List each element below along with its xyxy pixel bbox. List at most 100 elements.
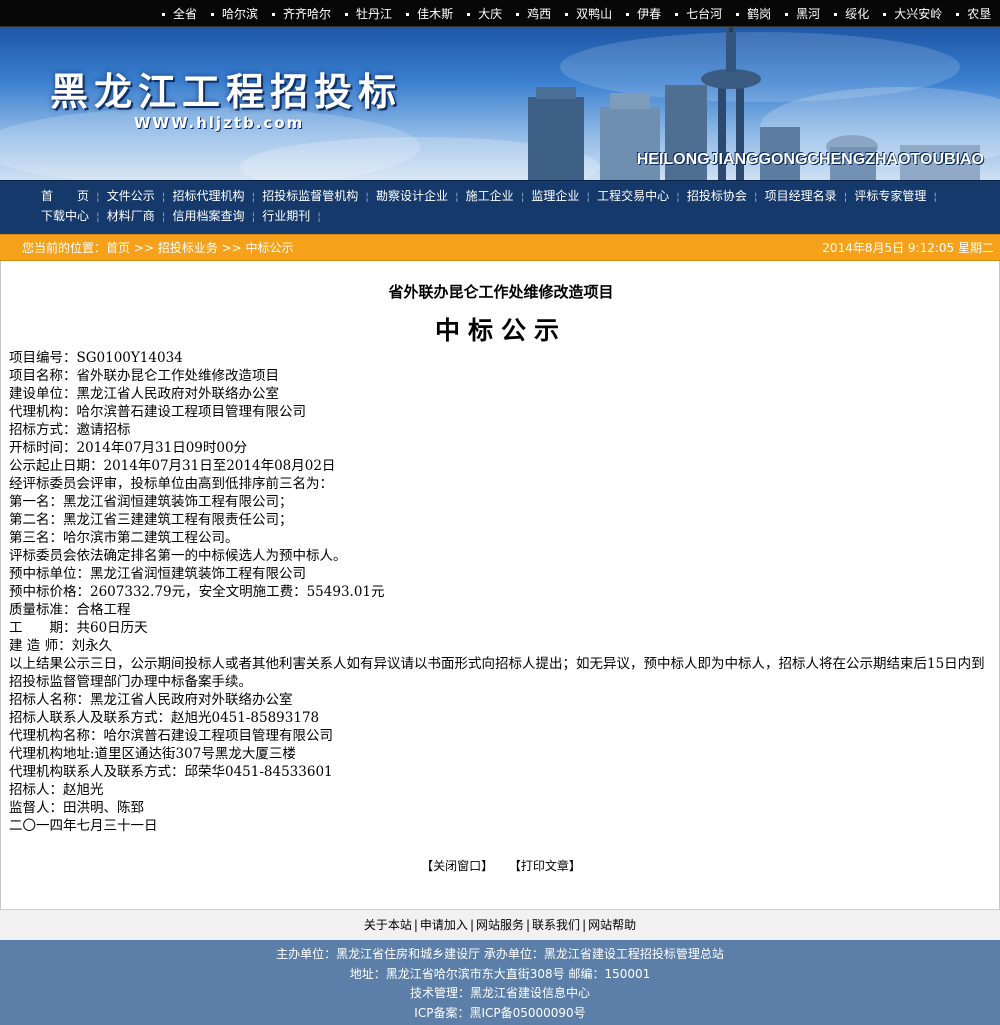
city-link[interactable]: 齐齐哈尔 xyxy=(272,6,331,22)
print-article-link[interactable]: 【打印文章】 xyxy=(509,859,581,873)
nav-item[interactable]: 项目经理名录 xyxy=(758,188,844,204)
city-bar: 全省哈尔滨齐齐哈尔牡丹江佳木斯大庆鸡西双鸭山伊春七台河鹤岗黑河绥化大兴安岭农垦森… xyxy=(0,0,1000,27)
breadcrumb-home[interactable]: 首页 xyxy=(106,241,130,255)
nav-item[interactable]: 工程交易中心 xyxy=(590,188,676,204)
city-link-label: 七台河 xyxy=(686,7,723,21)
notice-line: 预中标价格：2607332.79元，安全文明施工费：55493.01元 xyxy=(9,584,385,600)
footer-info-line: 地址：黑龙江省哈尔滨市东大直街308号 邮编：150001 xyxy=(349,966,651,981)
bullet-icon xyxy=(516,12,520,16)
main-nav: 首 页 ¦ 文件公示 ¦ 招标代理机构 ¦ 招投标监督管机构 ¦ 勘察设计企业 ¦ 施工企业 ¦ 监理企… xyxy=(0,180,1000,234)
city-link[interactable]: 伊春 xyxy=(626,6,661,22)
notice-heading: 中标公示 xyxy=(434,316,567,345)
city-link-label: 佳木斯 xyxy=(417,7,454,21)
notice-line: 二〇一四年七月三十一日 xyxy=(9,818,158,834)
city-link-label: 双鸭山 xyxy=(576,7,613,21)
city-link[interactable]: 鸡西 xyxy=(516,6,551,22)
site-banner: 黑龙江工程招投标 WWW.hljztb.com HEILONGJIANGGONG… xyxy=(0,27,1000,180)
nav-item[interactable]: 招投标监督管机构 xyxy=(255,188,365,204)
footer-link[interactable]: 申请加入 xyxy=(420,918,468,932)
nav-item[interactable]: 招投标协会 xyxy=(680,188,754,204)
bullet-icon xyxy=(834,12,838,16)
notice-line: 工 期：共60日历天 xyxy=(9,620,148,636)
footer-link-separator: | xyxy=(582,918,587,932)
footer-link-separator: | xyxy=(526,918,531,932)
content-frame: 省外联办昆仑工作处维修改造项目 中标公示 项目编号：SG0100Y14034 项目… xyxy=(0,261,1000,909)
notice-line: 质量标准：合格工程 xyxy=(9,602,131,618)
notice-line: 招标人联系人及联系方式：赵旭光0451-85893178 xyxy=(9,710,320,726)
city-link-label: 黑河 xyxy=(796,7,821,21)
city-link[interactable]: 七台河 xyxy=(675,6,722,22)
footer-link[interactable]: 网站服务 xyxy=(476,918,524,932)
notice-line: 代理机构联系人及联系方式：邱荣华0451-84533601 xyxy=(9,764,333,780)
city-link-label: 大庆 xyxy=(478,7,503,21)
nav-separator: ¦ xyxy=(317,209,321,223)
current-datetime: 2014年8月5日 9:12:05 星期二 xyxy=(822,241,994,255)
nav-item[interactable]: 施工企业 xyxy=(459,188,521,204)
city-link[interactable]: 全省 xyxy=(162,6,197,22)
footer-link[interactable]: 联系我们 xyxy=(532,918,580,932)
city-link[interactable]: 大兴安岭 xyxy=(883,6,942,22)
city-link[interactable]: 双鸭山 xyxy=(565,6,612,22)
city-link[interactable]: 牡丹江 xyxy=(345,6,392,22)
bullet-icon xyxy=(467,12,471,16)
footer-link[interactable]: 网站帮助 xyxy=(588,918,636,932)
notice-line: 代理机构名称：哈尔滨普石建设工程项目管理有限公司 xyxy=(9,728,333,744)
notice-body: 项目编号：SG0100Y14034 项目名称：省外联办昆仑工作处维修改造项目 建设单… xyxy=(9,349,993,835)
notice-line: 建设单位：黑龙江省人民政府对外联络办公室 xyxy=(9,386,279,402)
city-link[interactable]: 哈尔滨 xyxy=(211,6,258,22)
notice-line: 第三名：哈尔滨市第二建筑工程公司。 xyxy=(9,530,239,546)
notice-line: 代理机构：哈尔滨普石建设工程项目管理有限公司 xyxy=(9,404,306,420)
bullet-icon xyxy=(565,12,569,16)
city-link-label: 伊春 xyxy=(637,7,662,21)
notice-line: 以上结果公示三日，公示期间投标人或者其他利害关系人如有异议请以书面形式向招标人提… xyxy=(9,656,985,690)
site-pinyin-title: HEILONGJIANGGONGCHENGZHAOTOUBIAO xyxy=(636,151,984,168)
city-link[interactable]: 绥化 xyxy=(834,6,869,22)
footer-info-line: 技术管理：黑龙江省建设信息中心 xyxy=(409,986,590,1000)
breadcrumb: 您当前的位置：首页 >> 招投标业务 >> 中标公示 xyxy=(22,241,294,255)
city-link-label: 全省 xyxy=(173,7,198,21)
notice-line: 监督人：田洪明、陈郅 xyxy=(9,800,144,816)
nav-item[interactable]: 信用档案查询 xyxy=(165,208,251,224)
notice-line: 经评标委员会评审，投标单位由高到低排序前三名为： xyxy=(9,476,333,492)
bullet-icon xyxy=(406,12,410,16)
bullet-icon xyxy=(883,12,887,16)
city-link[interactable]: 佳木斯 xyxy=(406,6,453,22)
footer-link[interactable]: 关于本站 xyxy=(364,918,412,932)
footer-link-separator: | xyxy=(469,918,474,932)
city-list: 全省哈尔滨齐齐哈尔牡丹江佳木斯大庆鸡西双鸭山伊春七台河鹤岗黑河绥化大兴安岭农垦森… xyxy=(162,6,1000,22)
nav-item[interactable]: 下载中心 xyxy=(34,208,96,224)
bullet-icon xyxy=(736,12,740,16)
notice-line: 招标人：赵旭光 xyxy=(9,782,104,798)
bullet-icon xyxy=(345,12,349,16)
nav-item[interactable]: 材料厂商 xyxy=(100,208,162,224)
nav-item[interactable]: 文件公示 xyxy=(100,188,162,204)
site-logo-title: 黑龙江工程招投标 xyxy=(50,70,403,114)
city-link-label: 鹤岗 xyxy=(747,7,772,21)
footer-info: 主办单位：黑龙江省住房和城乡建设厅 承办单位：黑龙江省建设工程招投标管理总站 地址… xyxy=(0,940,1000,1025)
breadcrumb-bidding-business[interactable]: 招投标业务 xyxy=(158,241,218,255)
close-window-link[interactable]: 【关闭窗口】 xyxy=(421,859,493,873)
city-link[interactable]: 大庆 xyxy=(467,6,502,22)
notice-line: 评标委员会依法确定排名第一的中标候选人为预中标人。 xyxy=(9,548,347,564)
city-link[interactable]: 鹤岗 xyxy=(736,6,771,22)
notice-line: 招标方式：邀请招标 xyxy=(9,422,131,438)
notice-line: 项目名称：省外联办昆仑工作处维修改造项目 xyxy=(9,368,279,384)
notice-line: 项目编号：SG0100Y14034 xyxy=(9,350,183,366)
nav-item[interactable]: 行业期刊 xyxy=(255,208,317,224)
bullet-icon xyxy=(162,12,165,16)
bullet-icon xyxy=(675,12,679,16)
nav-item[interactable]: 评标专家管理 xyxy=(847,188,933,204)
city-link[interactable]: 农垦 xyxy=(956,6,991,22)
city-link-label: 齐齐哈尔 xyxy=(283,7,332,21)
nav-item[interactable]: 监理企业 xyxy=(524,188,586,204)
main-nav-row-1: 首 页 ¦ 文件公示 ¦ 招标代理机构 ¦ 招投标监督管机构 ¦ 勘察设计企业 ¦ 施工企业 ¦ 监理企… xyxy=(34,188,937,204)
location-bar: 您当前的位置：首页 >> 招投标业务 >> 中标公示 2014年8月5日 9:1… xyxy=(0,234,1000,261)
city-link-label: 农垦 xyxy=(967,7,992,21)
nav-item[interactable]: 勘察设计企业 xyxy=(369,188,455,204)
breadcrumb-award-notice[interactable]: 中标公示 xyxy=(246,241,294,255)
nav-item[interactable]: 招标代理机构 xyxy=(165,188,251,204)
nav-item[interactable]: 首 页 xyxy=(34,188,96,204)
city-link[interactable]: 黑河 xyxy=(785,6,820,22)
notice-line: 开标时间：2014年07月31日09时00分 xyxy=(9,440,248,456)
main-nav-row-2: 下载中心 ¦ 材料厂商 ¦ 信用档案查询 ¦ 行业期刊 ¦ xyxy=(34,208,321,224)
